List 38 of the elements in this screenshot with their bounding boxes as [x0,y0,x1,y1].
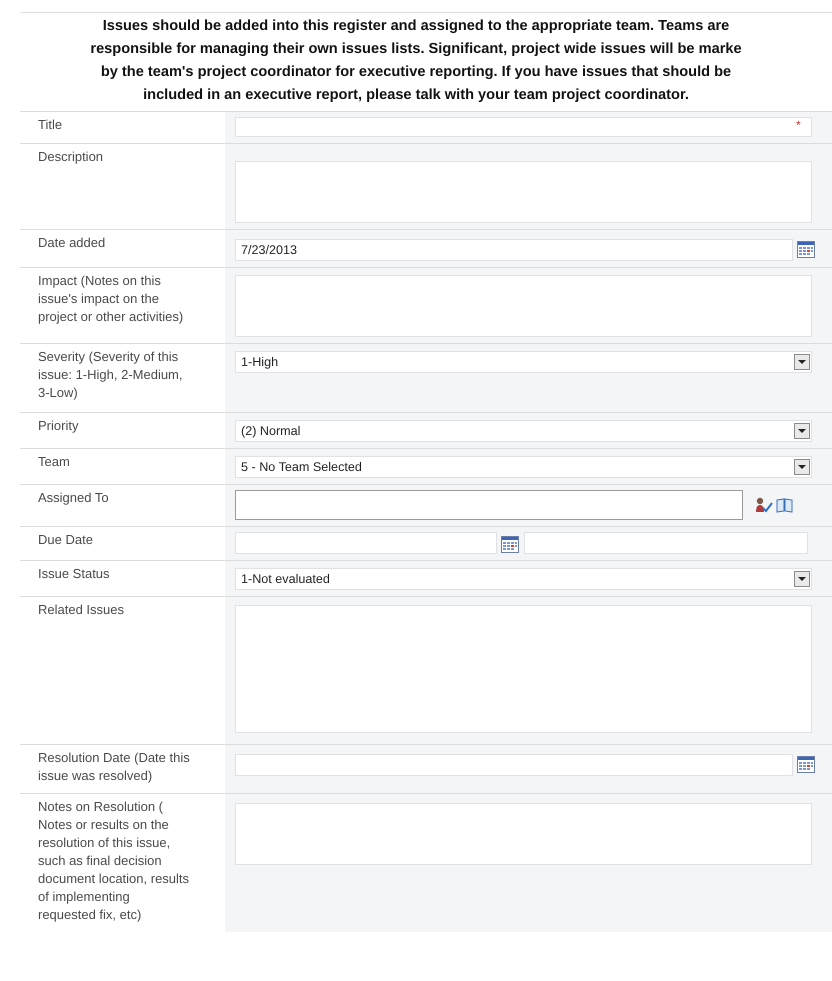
date-field[interactable]: 7/23/2013 [235,239,793,261]
field-label: Notes on Resolution ( Notes or results on the resolution of this issue, such as final decision document location, results of implementing requested fix, etc) [37,798,190,924]
calendar-icon[interactable] [797,240,815,258]
calendar-icon[interactable] [797,755,815,773]
dropdown-field[interactable]: 5 - No Team Selected [235,456,812,478]
date-field[interactable] [235,754,793,776]
field-label: Due Date [37,531,94,549]
calendar-icon[interactable] [501,535,519,553]
dropdown-button[interactable] [794,354,810,370]
field-label: Impact (Notes on this issue's impact on the project or other activities) [37,272,184,326]
address-book-icon[interactable] [776,497,793,513]
people-field[interactable] [235,490,743,520]
dropdown-button[interactable] [794,571,810,587]
field-label: Priority [37,417,80,435]
dropdown-button[interactable] [794,459,810,475]
caret-icon[interactable] [798,360,806,364]
dropdown-field[interactable]: (2) Normal [235,420,812,442]
caret-icon[interactable] [798,429,806,433]
text-field[interactable] [235,117,812,137]
field-label: Resolution Date (Date this issue was resolved) [37,749,191,785]
dropdown-field[interactable]: 1-High [235,351,812,373]
field-label: Issue Status [37,565,111,583]
caret-icon[interactable] [798,577,806,581]
field-label: Description [37,148,104,166]
field-label: Title [37,116,64,134]
field-label: Date added [37,234,106,252]
dropdown-button[interactable] [794,423,810,439]
field-label: Assigned To [37,489,110,507]
field-label: Team [37,453,71,471]
time-field[interactable] [524,532,808,554]
instructions-text: Issues should be added into this register and assigned to the appropriate team. Teams are responsible for managing their own issues lists. Significant, project wide issues will be marke by the team's project coordinator for executive reporting. If you have issues that should be included in an executive report, please talk with your team project coordinator. [89,17,743,105]
field-label: Related Issues [37,601,125,619]
caret-icon[interactable] [798,465,806,469]
required-mark: * [796,118,801,132]
date-field[interactable] [235,532,497,554]
dropdown-field[interactable]: 1-Not evaluated [235,568,812,590]
check-names-icon[interactable] [755,497,773,513]
field-label: Severity (Severity of this issue: 1-High, 2-Medium, 3-Low) [37,348,184,402]
